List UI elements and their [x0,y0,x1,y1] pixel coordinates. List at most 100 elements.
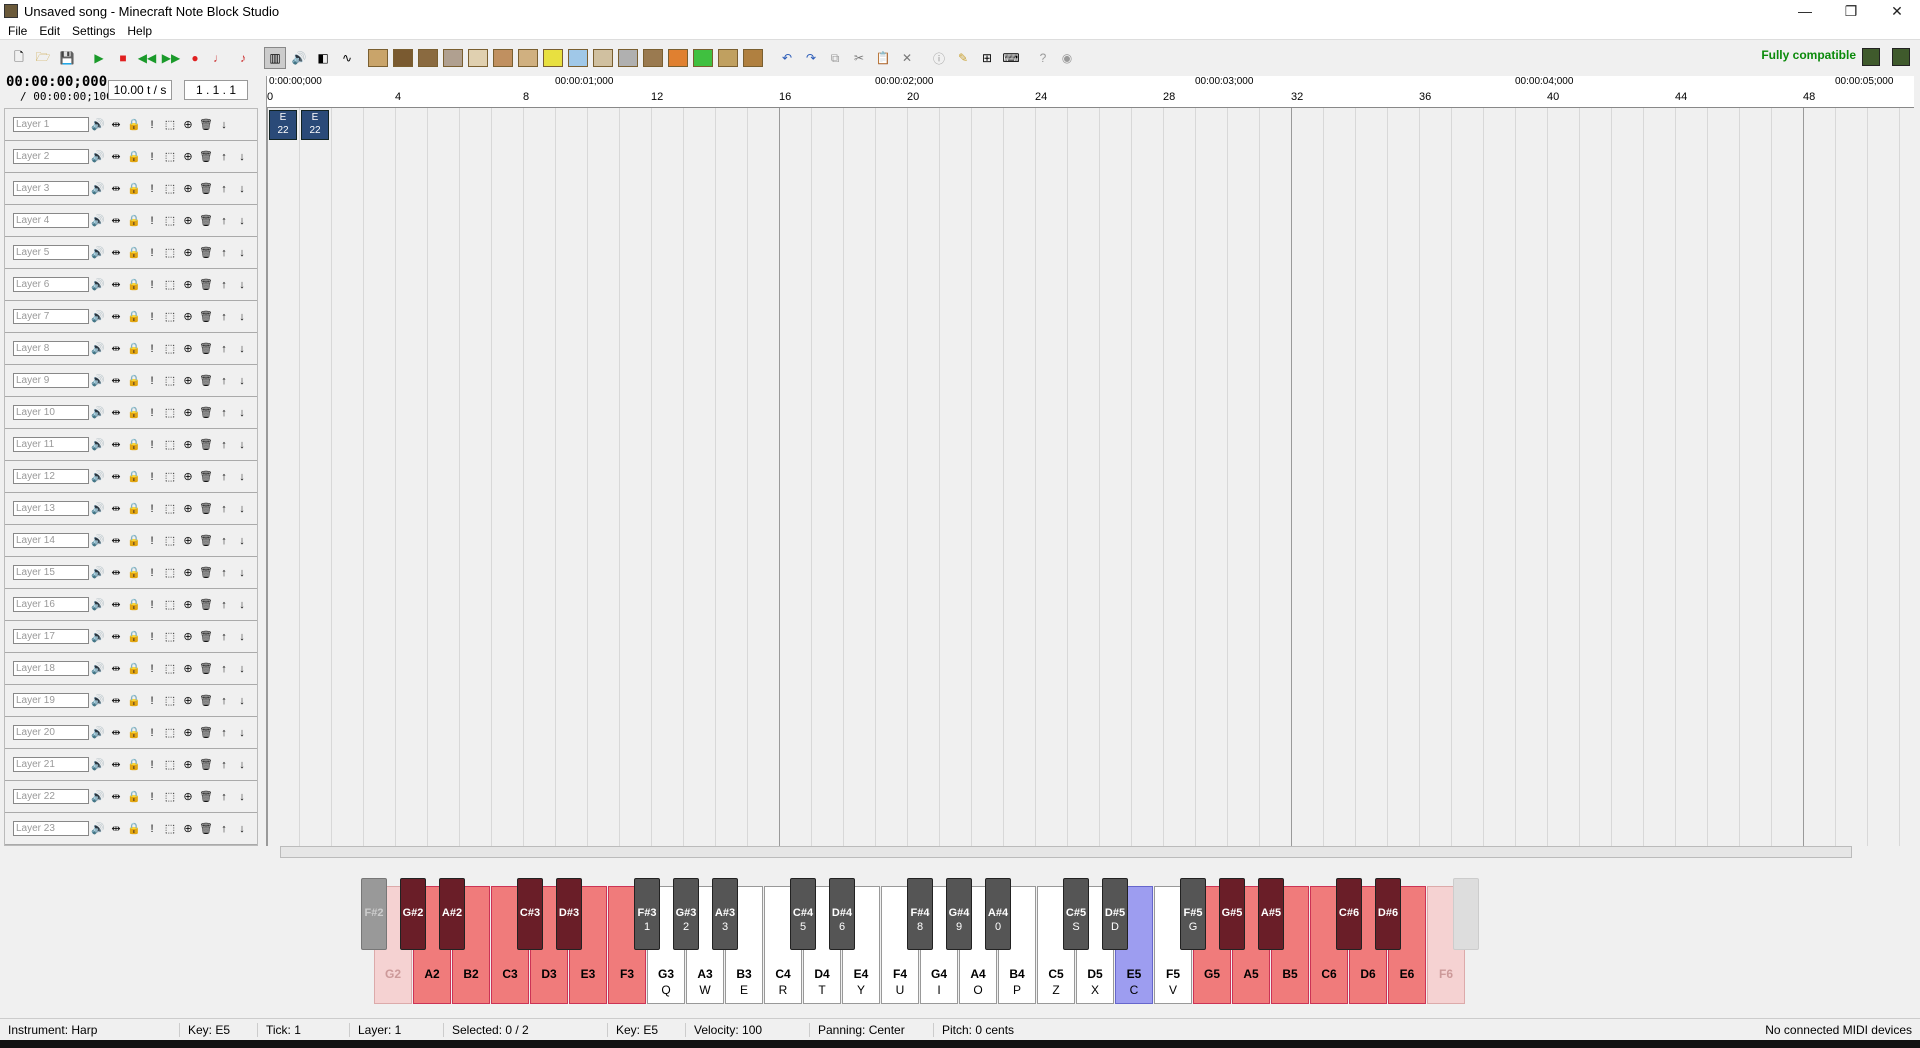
menu-settings[interactable]: Settings [72,24,115,38]
pitch-curve-icon[interactable]: ∿ [336,47,358,69]
piano-key-black[interactable]: A#2 [439,878,465,950]
speaker-icon[interactable]: 🔊 [89,726,107,739]
speaker-icon[interactable]: 🔊 [89,214,107,227]
solo-icon[interactable]: ! [143,183,161,195]
layer-name-input[interactable] [13,789,89,804]
select-icon[interactable]: ⬚ [161,758,179,771]
layer-name-input[interactable] [13,661,89,676]
layer-name-input[interactable] [13,213,89,228]
move-up-icon[interactable]: ↑ [215,151,233,163]
select-icon[interactable]: ⬚ [161,246,179,259]
solo-icon[interactable]: ! [143,727,161,739]
select-icon[interactable]: ⬚ [161,310,179,323]
speaker-icon[interactable]: 🔊 [89,598,107,611]
move-up-icon[interactable]: ↑ [215,215,233,227]
lock-icon[interactable]: 🔒 [125,214,143,227]
move-up-icon[interactable]: ↑ [215,471,233,483]
move-up-icon[interactable]: ↑ [215,247,233,259]
add-layer-icon[interactable]: ⊕ [179,598,197,611]
select-icon[interactable]: ⬚ [161,630,179,643]
instrument-double-bass-icon[interactable] [393,49,413,67]
solo-icon[interactable]: ! [143,311,161,323]
lock-icon[interactable]: 🔒 [125,630,143,643]
move-down-icon[interactable]: ↓ [233,343,251,355]
move-down-icon[interactable]: ↓ [233,247,251,259]
redo-icon[interactable]: ↷ [800,47,822,69]
metronome-icon[interactable]: ♩ [208,47,230,69]
piano-key-black[interactable]: C#6 [1336,878,1362,950]
piano-key-black[interactable]: G#4 9 [946,878,972,950]
select-icon[interactable]: ⬚ [161,534,179,547]
stereo-icon[interactable]: ⇹ [107,694,125,707]
piano-key-black[interactable]: G#2 [400,878,426,950]
lock-icon[interactable]: 🔒 [125,150,143,163]
instrument-guitar-icon[interactable] [493,49,513,67]
speaker-icon[interactable]: 🔊 [89,374,107,387]
solo-icon[interactable]: ! [143,759,161,771]
solo-icon[interactable]: ! [143,791,161,803]
move-down-icon[interactable]: ↓ [233,727,251,739]
rewind-icon[interactable]: ◀◀ [136,47,158,69]
stereo-icon[interactable]: ⇹ [107,790,125,803]
solo-icon[interactable]: ! [143,663,161,675]
move-down-icon[interactable]: ↓ [233,567,251,579]
trash-icon[interactable]: 🗑 [197,278,215,291]
cut-icon[interactable]: ✂ [848,47,870,69]
layer-name-input[interactable] [13,341,89,356]
move-up-icon[interactable]: ↑ [215,599,233,611]
add-layer-icon[interactable]: ⊕ [179,310,197,323]
move-up-icon[interactable]: ↑ [215,279,233,291]
piano-key-black[interactable]: F#5 G [1180,878,1206,950]
trash-icon[interactable]: 🗑 [197,150,215,163]
trash-icon[interactable]: 🗑 [197,214,215,227]
speaker-icon[interactable]: 🔊 [89,246,107,259]
lock-icon[interactable]: 🔒 [125,598,143,611]
piano-key-black[interactable]: F#2 [361,878,387,950]
stereo-icon[interactable]: ⇹ [107,118,125,131]
select-icon[interactable]: ⬚ [161,662,179,675]
stereo-icon[interactable]: ⇹ [107,822,125,835]
stop-icon[interactable]: ■ [112,47,134,69]
stereo-icon[interactable]: ◧ [312,47,334,69]
move-down-icon[interactable]: ↓ [233,823,251,835]
instrument-bit-icon[interactable] [693,49,713,67]
instrument-bass-drum-icon[interactable] [418,49,438,67]
note-block[interactable]: E 22 [269,110,297,140]
move-down-icon[interactable]: ↓ [233,183,251,195]
lock-icon[interactable]: 🔒 [125,278,143,291]
close-button[interactable]: ✕ [1874,0,1920,22]
help-icon[interactable]: ? [1032,47,1054,69]
new-file-icon[interactable]: 🗋 [8,47,30,69]
add-layer-icon[interactable]: ⊕ [179,342,197,355]
add-layer-icon[interactable]: ⊕ [179,502,197,515]
stereo-icon[interactable]: ⇹ [107,534,125,547]
trash-icon[interactable]: 🗑 [197,246,215,259]
horizontal-scrollbar[interactable] [280,846,1852,858]
save-icon[interactable]: 💾 [56,47,78,69]
solo-icon[interactable]: ! [143,247,161,259]
piano-key-black[interactable] [1453,878,1479,950]
trash-icon[interactable]: 🗑 [197,662,215,675]
solo-icon[interactable]: ! [143,119,161,131]
instrument-banjo-icon[interactable] [718,49,738,67]
record-icon[interactable]: ● [184,47,206,69]
add-layer-icon[interactable]: ⊕ [179,278,197,291]
piano-key-black[interactable]: A#3 3 [712,878,738,950]
move-down-icon[interactable]: ↓ [233,631,251,643]
add-layer-icon[interactable]: ⊕ [179,630,197,643]
trash-icon[interactable]: 🗑 [197,694,215,707]
trash-icon[interactable]: 🗑 [197,342,215,355]
stereo-icon[interactable]: ⇹ [107,758,125,771]
stereo-icon[interactable]: ⇹ [107,182,125,195]
trash-icon[interactable]: 🗑 [197,406,215,419]
add-layer-icon[interactable]: ⊕ [179,118,197,131]
trash-icon[interactable]: 🗑 [197,502,215,515]
lock-icon[interactable]: 🔒 [125,374,143,387]
lock-icon[interactable]: 🔒 [125,694,143,707]
website-icon[interactable]: ◉ [1056,47,1078,69]
lock-icon[interactable]: 🔒 [125,566,143,579]
move-up-icon[interactable]: ↑ [215,631,233,643]
move-down-icon[interactable]: ↓ [233,439,251,451]
timeline-ruler[interactable]: 0 4 8 12 16 20 24 28 32 36 40 44 48 0:00:00;000 00:00:… [267,76,1914,108]
trash-icon[interactable]: 🗑 [197,470,215,483]
